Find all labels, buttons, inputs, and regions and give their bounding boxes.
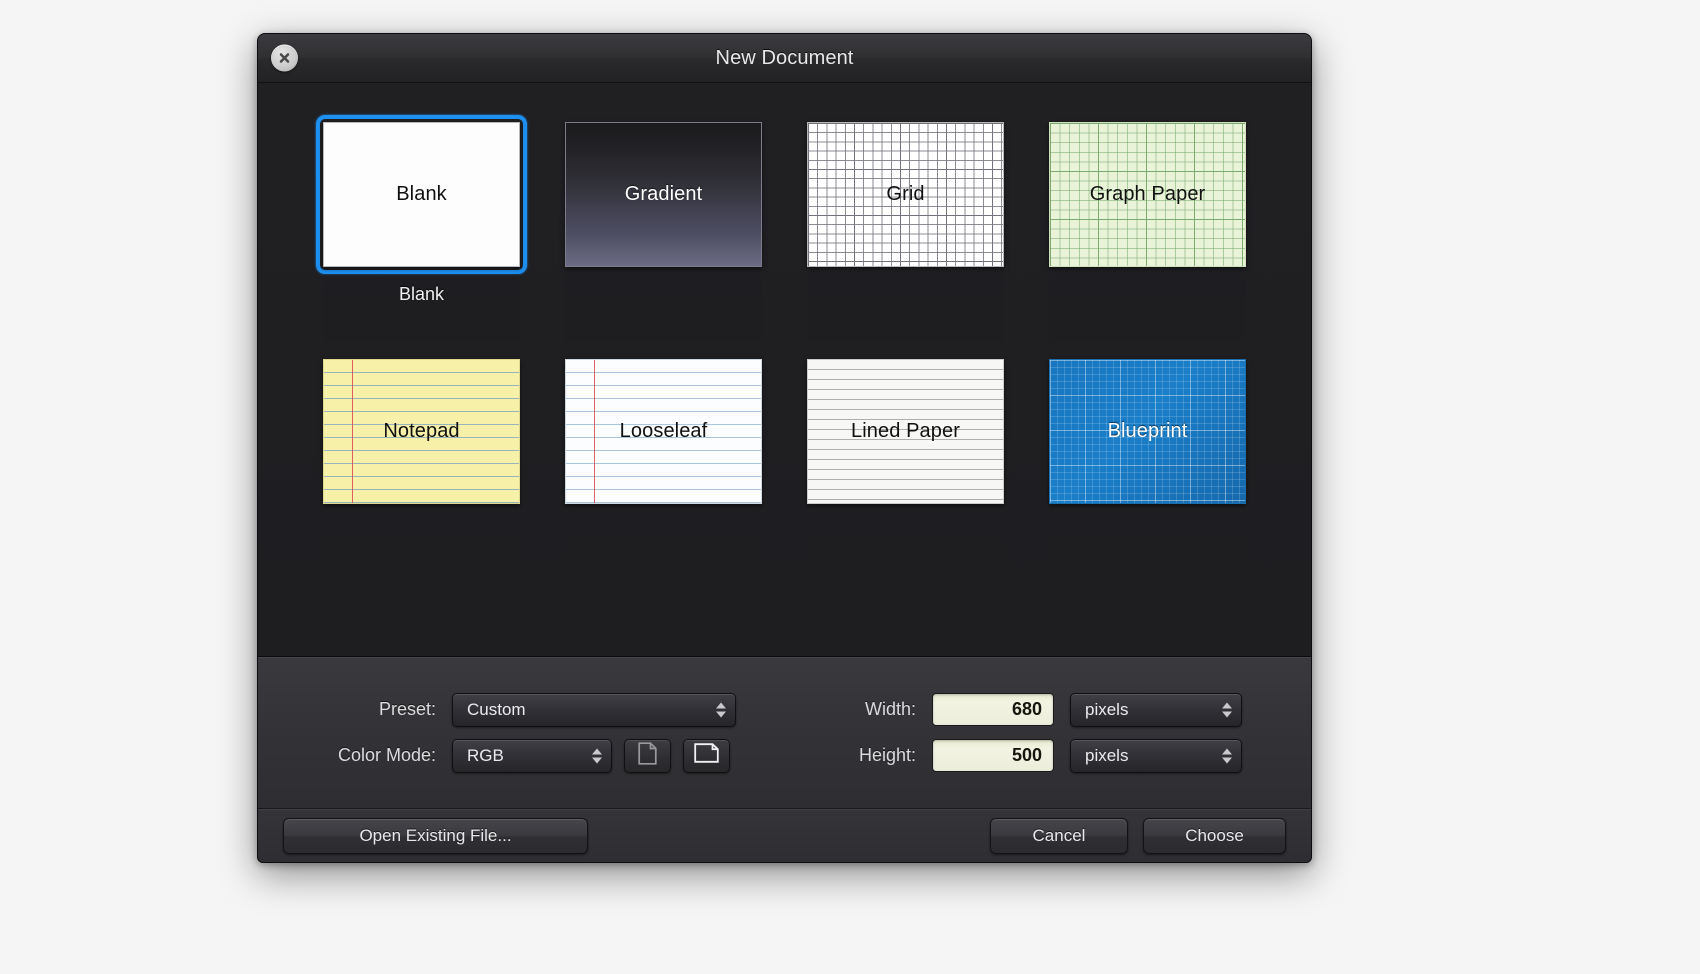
height-unit-stepper-icon[interactable] xyxy=(1222,748,1232,763)
thumbnail-frame: Lined Paper xyxy=(800,352,1011,511)
template-tile-graphpaper[interactable]: Graph Paper xyxy=(1042,115,1253,352)
width-unit-select[interactable]: pixels xyxy=(1070,692,1242,727)
thumbnail-reflection xyxy=(565,274,762,342)
template-row-2: Notepad Looseleaf Lined Paper Blueprint xyxy=(316,352,1253,589)
thumbnail-blank: Blank xyxy=(323,122,520,267)
template-tile-linedpaper[interactable]: Lined Paper xyxy=(800,352,1011,589)
thumbnail-frame: Graph Paper xyxy=(1042,115,1253,274)
width-unit-stepper-icon[interactable] xyxy=(1222,702,1232,717)
template-tile-looseleaf[interactable]: Looseleaf xyxy=(558,352,769,589)
width-unit-value: pixels xyxy=(1085,699,1129,719)
orientation-landscape-button[interactable] xyxy=(683,738,730,773)
thumbnail-gradient: Gradient xyxy=(565,122,762,267)
color-mode-stepper-icon[interactable] xyxy=(592,748,602,763)
thumbnail-reflection xyxy=(807,511,1004,579)
template-label: Notepad xyxy=(383,420,460,442)
thumbnail-blueprint: Blueprint xyxy=(1049,359,1246,504)
preset-label: Preset: xyxy=(378,699,436,719)
template-tile-grid[interactable]: Grid xyxy=(800,115,1011,352)
height-unit-value: pixels xyxy=(1085,745,1129,765)
thumbnail-frame: Blank xyxy=(316,115,527,274)
thumbnail-graph-paper: Graph Paper xyxy=(1049,122,1246,267)
document-portrait-icon xyxy=(638,741,657,770)
template-tile-notepad[interactable]: Notepad xyxy=(316,352,527,589)
thumbnail-reflection: Blank xyxy=(323,274,520,342)
preset-row: Preset: Custom xyxy=(318,687,788,733)
template-gallery: Blank Blank Gradient Grid Graph Paper No… xyxy=(258,83,1311,656)
preset-value: Custom xyxy=(467,699,526,719)
thumbnail-reflection xyxy=(1049,511,1246,579)
thumbnail-reflection xyxy=(807,274,1004,342)
template-label: Lined Paper xyxy=(851,420,960,442)
template-label: Graph Paper xyxy=(1089,183,1206,205)
orientation-portrait-button[interactable] xyxy=(624,738,671,773)
cancel-button[interactable]: Cancel xyxy=(990,818,1128,854)
color-mode-label: Color Mode: xyxy=(337,745,436,765)
height-unit-select[interactable]: pixels xyxy=(1070,738,1242,773)
width-label: Width: xyxy=(864,699,916,719)
height-label: Height: xyxy=(858,745,916,765)
template-tile-blank[interactable]: Blank Blank xyxy=(316,115,527,352)
thumbnail-frame: Notepad xyxy=(316,352,527,511)
thumbnail-reflection xyxy=(565,511,762,579)
template-label: Grid xyxy=(886,183,925,205)
color-mode-row: Color Mode: RGB xyxy=(318,733,788,779)
close-button[interactable] xyxy=(271,44,298,72)
document-options-panel: Preset: Custom Color Mode: RGB Width: 68… xyxy=(258,656,1311,808)
thumbnail-reflection xyxy=(323,511,520,579)
document-landscape-icon xyxy=(694,743,719,768)
preset-select[interactable]: Custom xyxy=(452,692,736,727)
template-label: Gradient xyxy=(624,183,703,205)
thumbnail-notepad: Notepad xyxy=(323,359,520,504)
width-input[interactable]: 680 xyxy=(932,693,1054,726)
dialog-footer: Open Existing File... Cancel Choose xyxy=(258,808,1311,862)
thumbnail-grid: Grid xyxy=(807,122,1004,267)
color-mode-select[interactable]: RGB xyxy=(452,738,612,773)
width-row: Width: 680 pixels xyxy=(850,687,1242,733)
options-left-column: Preset: Custom Color Mode: RGB xyxy=(318,687,788,779)
color-mode-value: RGB xyxy=(467,745,504,765)
thumbnail-reflection xyxy=(1049,274,1246,342)
selected-template-label: Blank xyxy=(398,284,445,304)
dialog-title: New Document xyxy=(715,46,854,69)
new-document-dialog: New Document Blank Blank Gradient Grid G… xyxy=(257,33,1312,863)
options-right-column: Width: 680 pixels Height: 500 pixels xyxy=(850,687,1242,779)
height-input[interactable]: 500 xyxy=(932,739,1054,772)
height-row: Height: 500 pixels xyxy=(850,733,1242,779)
choose-button[interactable]: Choose xyxy=(1143,818,1286,854)
preset-stepper-icon[interactable] xyxy=(716,702,726,717)
open-existing-file-button[interactable]: Open Existing File... xyxy=(283,818,588,854)
title-bar: New Document xyxy=(258,34,1311,83)
thumbnail-frame: Blueprint xyxy=(1042,352,1253,511)
close-icon xyxy=(277,51,292,66)
thumbnail-lined-paper: Lined Paper xyxy=(807,359,1004,504)
template-label: Blank xyxy=(396,183,447,205)
thumbnail-frame: Gradient xyxy=(558,115,769,274)
template-tile-blueprint[interactable]: Blueprint xyxy=(1042,352,1253,589)
template-label: Looseleaf xyxy=(619,420,708,442)
thumbnail-looseleaf: Looseleaf xyxy=(565,359,762,504)
template-tile-gradient[interactable]: Gradient xyxy=(558,115,769,352)
thumbnail-frame: Grid xyxy=(800,115,1011,274)
template-label: Blueprint xyxy=(1107,420,1188,442)
template-row-1: Blank Blank Gradient Grid Graph Paper xyxy=(316,115,1253,352)
thumbnail-frame: Looseleaf xyxy=(558,352,769,511)
